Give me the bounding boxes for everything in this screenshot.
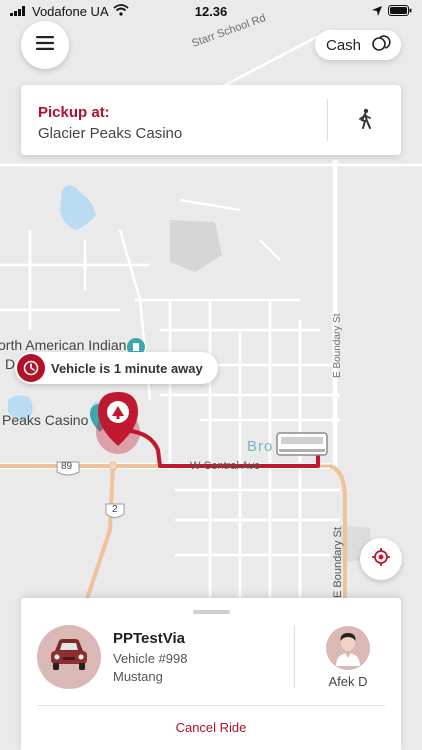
crosshair-icon (371, 547, 391, 572)
payment-method-label: Cash (326, 36, 362, 54)
map-label-boundary-lower: E Boundary St (332, 527, 344, 598)
map-label-browning: Bro (247, 438, 274, 455)
vehicle-avatar (37, 625, 101, 689)
cancel-ride-button[interactable]: Cancel Ride (141, 720, 281, 735)
vehicle-marker-icon (276, 432, 328, 456)
cash-coins-icon (371, 33, 391, 57)
status-time: 12.36 (194, 3, 228, 19)
sheet-drag-handle[interactable] (193, 610, 230, 614)
map-label-route-2: 2 (112, 504, 118, 515)
pickup-card[interactable]: Pickup at: Glacier Peaks Casino (21, 85, 401, 155)
status-bar: Vodafone UA 12.36 (0, 0, 422, 22)
sheet-vertical-divider (294, 626, 295, 688)
eta-bubble: Vehicle is 1 minute away (15, 352, 218, 384)
highway-junction (108, 461, 118, 471)
map-label-casino: Peaks Casino (2, 412, 89, 428)
map-label-museum-line2: D (5, 356, 16, 372)
walking-directions-button[interactable] (351, 107, 379, 135)
ride-details-sheet[interactable]: PPTestVia Vehicle #998 Mustang Afek D Ca… (21, 598, 401, 750)
vehicle-model: Mustang (113, 669, 163, 684)
hamburger-icon (36, 35, 54, 55)
payment-method-button[interactable]: Cash (315, 30, 401, 60)
menu-button[interactable] (21, 21, 69, 69)
vehicle-name: PPTestVia (113, 630, 185, 647)
pickup-location[interactable]: Glacier Peaks Casino (38, 125, 182, 142)
walking-person-icon (357, 108, 373, 135)
map-label-museum: orth American Indian (0, 337, 127, 353)
map-label-central-ave: W Central Ave (190, 460, 261, 472)
sheet-horizontal-divider (37, 705, 385, 706)
vehicle-number: Vehicle #998 (113, 651, 188, 666)
driver-avatar[interactable] (326, 626, 370, 670)
recenter-location-button[interactable] (360, 538, 402, 580)
driver-name: Afek D (328, 674, 368, 689)
pickup-pin-icon (96, 392, 140, 454)
map-label-route-89: 89 (61, 461, 73, 472)
driver-person-icon (328, 626, 368, 670)
pickup-divider (327, 99, 328, 141)
clock-icon (17, 354, 45, 382)
car-icon (45, 635, 93, 680)
map-label-boundary-upper: E Boundary St (332, 313, 343, 378)
pickup-title: Pickup at: (38, 104, 110, 121)
eta-text: Vehicle is 1 minute away (51, 360, 203, 376)
